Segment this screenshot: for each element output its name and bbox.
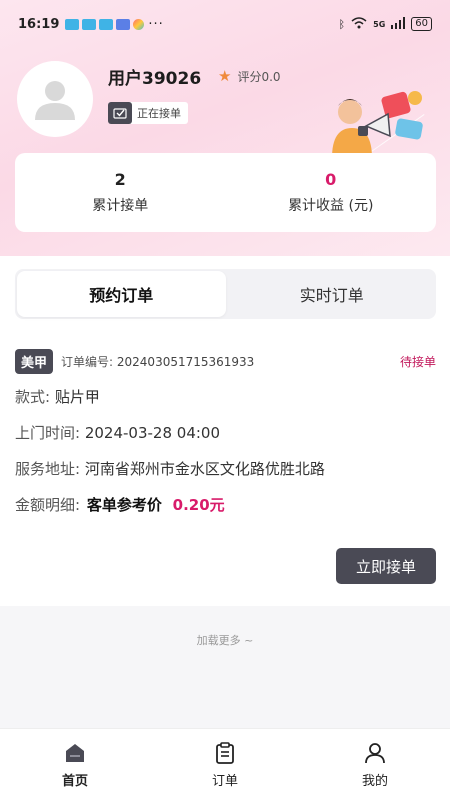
work-status-label: 正在接单 [137,107,181,120]
bottom-nav: 首页 订单 我的 [0,728,450,800]
clipboard-icon [216,741,234,764]
username: 用户39026 [108,69,202,89]
order-number: 订单编号: 20240305171536193​3 [61,353,254,370]
order-type-tabs: 预约订单 实时订单 [15,269,436,319]
rating-label: 评分0.0 [237,69,281,84]
stat-orders-value: 2 [114,170,126,189]
order-style-row: 款式: 贴片甲 [15,384,436,410]
status-time: 16:19 [18,16,60,32]
address-value: 河南省郑州市金水区文化路优胜北路 [84,460,325,478]
nav-home[interactable]: 首页 [0,729,150,800]
stat-orders-label: 累计接单 [92,198,149,214]
visit-time-value: 2024-03-28 04:00 [84,424,221,442]
more-notifications: ··· [148,16,164,32]
load-more[interactable]: 加载更多 ~ [0,632,450,648]
stat-earnings[interactable]: 0 累计收益 (元) [226,153,437,232]
signal-icon [391,16,406,32]
nav-orders-label: 订单 [211,773,238,789]
nav-orders[interactable]: 订单 [150,729,300,800]
stat-orders[interactable]: 2 累计接单 [15,153,226,232]
network-label: 5G [373,19,386,29]
amount-label: 金额明细: [15,496,81,514]
order-number-value: 20240305171536193​3 [116,354,255,369]
avatar[interactable] [17,61,93,137]
order-status: 待接单 [399,354,436,369]
order-card[interactable]: 美甲 订单编号: 20240305171536193​3 待接单 款式: 贴片甲… [15,348,436,518]
check-mail-icon [108,102,132,124]
user-icon [365,742,385,763]
stat-earnings-label: 累计收益 (元) [288,198,374,214]
address-label: 服务地址: [15,460,81,478]
order-number-label: 订单编号: [61,354,114,369]
star-icon: ★ [218,67,232,85]
battery-indicator: 60 [411,17,432,31]
pinwheel-icon [133,18,145,30]
work-status-toggle[interactable]: 正在接单 [108,102,188,124]
status-bar: 16:19 ··· ᛒ 5G 60 [0,0,450,48]
stat-earnings-value: 0 [325,170,337,189]
style-label: 款式: [15,388,51,406]
app-notification-icon [82,18,97,30]
stats-card: 2 累计接单 0 累计收益 (元) [15,153,436,232]
app-notification-icon [99,18,114,30]
price-value: 0.20元 [172,496,225,514]
bluetooth-icon: ᛒ [338,17,346,31]
rating: ★ 评分0.0 [218,67,281,85]
style-value: 贴片甲 [54,388,100,406]
wifi-icon [351,16,367,32]
nav-home-label: 首页 [61,773,88,789]
visit-time-label: 上门时间: [15,424,81,442]
status-right: ᛒ 5G 60 [338,16,432,32]
notification-icons [65,18,145,30]
default-avatar-icon [35,81,75,120]
accept-order-button[interactable]: 立即接单 [336,548,436,584]
nav-profile[interactable]: 我的 [300,729,450,800]
reference-price-label: 客单参考价 [86,496,162,514]
tab-realtime-orders[interactable]: 实时订单 [228,269,437,319]
tab-scheduled-orders[interactable]: 预约订单 [17,271,226,317]
home-icon [66,743,84,762]
order-amount-row: 金额明细: 客单参考价 0.20元 [15,492,436,518]
order-time-row: 上门时间: 2024-03-28 04:00 [15,420,436,446]
order-address-row: 服务地址: 河南省郑州市金水区文化路优胜北路 [15,456,436,482]
megaphone-person-illustration [332,91,423,158]
nav-profile-label: 我的 [361,773,388,789]
mail-icon [116,18,131,30]
app-notification-icon [65,18,80,30]
order-header: 美甲 订单编号: 20240305171536193​3 待接单 [15,348,436,374]
category-badge: 美甲 [15,348,54,374]
